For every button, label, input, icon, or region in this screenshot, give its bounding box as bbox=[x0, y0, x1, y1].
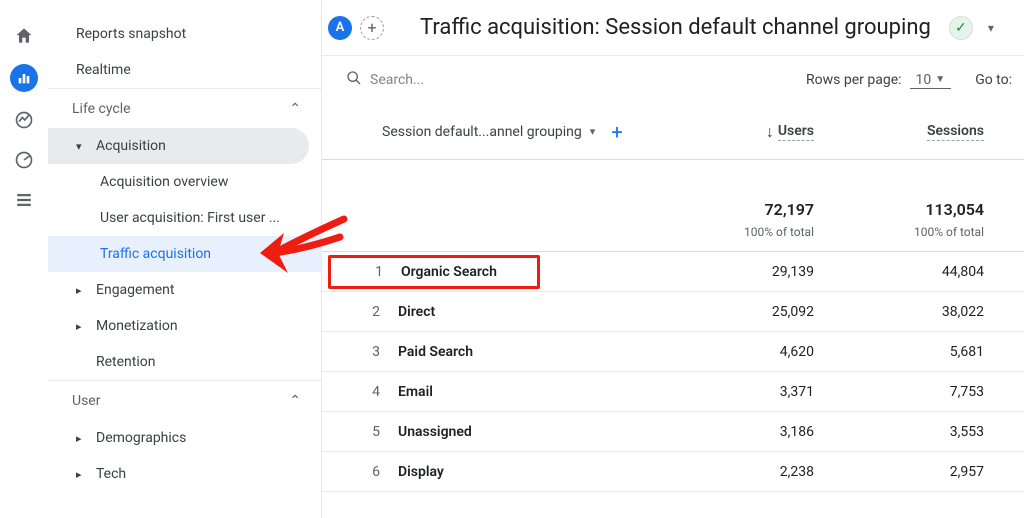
add-comparison-button[interactable]: + bbox=[360, 16, 384, 40]
main-content: A + Traffic acquisition: Session default… bbox=[322, 0, 1024, 518]
configure-icon[interactable] bbox=[12, 188, 36, 212]
acquisition-group[interactable]: ▾ Acquisition bbox=[48, 128, 309, 164]
row-index: 6 bbox=[352, 464, 380, 480]
table-row[interactable]: 3 Paid Search 4,6205,681 bbox=[322, 332, 1024, 372]
user-acquisition-item[interactable]: User acquisition: First user ... bbox=[48, 200, 321, 236]
goto-label: Go to: bbox=[975, 72, 1012, 88]
table-row[interactable]: 5 Unassigned 3,1863,553 bbox=[322, 412, 1024, 452]
users-value: 4,620 bbox=[674, 344, 834, 360]
table-controls: Search... Rows per page: 10 ▼ Go to: bbox=[322, 56, 1024, 104]
lifecycle-section[interactable]: Life cycle ⌃ bbox=[48, 88, 321, 128]
explore-icon[interactable] bbox=[12, 108, 36, 132]
table-row[interactable]: 4 Email 3,3717,753 bbox=[322, 372, 1024, 412]
sessions-value: 2,957 bbox=[834, 464, 1004, 480]
realtime-item[interactable]: Realtime bbox=[48, 52, 321, 88]
table-row[interactable]: 6 Display 2,2382,957 bbox=[322, 452, 1024, 492]
user-section[interactable]: User ⌃ bbox=[48, 380, 321, 420]
monetization-group[interactable]: ▸ Monetization bbox=[48, 308, 321, 344]
users-value: 2,238 bbox=[674, 464, 834, 480]
row-index: 5 bbox=[352, 424, 380, 440]
tech-label: Tech bbox=[96, 466, 126, 482]
channel-name: Organic Search bbox=[401, 264, 497, 280]
sort-descending-icon[interactable]: ↓ bbox=[766, 122, 774, 142]
sessions-value: 7,753 bbox=[834, 384, 1004, 400]
rows-per-page-label: Rows per page: bbox=[806, 72, 901, 88]
acquisition-label: Acquisition bbox=[96, 138, 166, 154]
row-index: 3 bbox=[352, 344, 380, 360]
chevron-right-icon: ▸ bbox=[76, 284, 96, 297]
user-label: User bbox=[72, 393, 100, 409]
reports-icon[interactable] bbox=[10, 64, 38, 92]
users-total-value: 72,197 bbox=[765, 200, 814, 219]
users-value: 25,092 bbox=[674, 304, 834, 320]
engagement-group[interactable]: ▸ Engagement bbox=[48, 272, 321, 308]
chevron-down-icon: ▾ bbox=[76, 140, 96, 153]
chevron-up-icon: ⌃ bbox=[289, 393, 301, 409]
channel-name: Paid Search bbox=[398, 344, 473, 360]
chevron-right-icon: ▸ bbox=[76, 320, 96, 333]
row-index: 2 bbox=[352, 304, 380, 320]
search-icon[interactable] bbox=[346, 70, 362, 90]
totals-row: 72,197 100% of total 113,054 100% of tot… bbox=[322, 160, 1024, 252]
status-dropdown[interactable]: ▾ bbox=[981, 16, 1001, 40]
row-index: 1 bbox=[355, 264, 383, 280]
users-column-header[interactable]: Users bbox=[778, 123, 814, 141]
sessions-total-value: 113,054 bbox=[925, 200, 984, 219]
traffic-acquisition-item[interactable]: Traffic acquisition bbox=[48, 236, 321, 272]
sessions-value: 5,681 bbox=[834, 344, 1004, 360]
monetization-label: Monetization bbox=[96, 318, 178, 334]
account-badge[interactable]: A bbox=[328, 16, 352, 40]
table-row[interactable]: 2 Direct 25,09238,022 bbox=[322, 292, 1024, 332]
title-bar: A + Traffic acquisition: Session default… bbox=[322, 0, 1024, 56]
table-rows: 1 Organic Search 29,13944,804 2 Direct 25,092… bbox=[322, 252, 1024, 492]
channel-name: Display bbox=[398, 464, 444, 480]
users-total-sub: 100% of total bbox=[744, 225, 814, 239]
table-header: Session default...annel grouping ▾ + ↓ U… bbox=[322, 104, 1024, 160]
chevron-right-icon: ▸ bbox=[76, 468, 96, 481]
channel-name: Unassigned bbox=[398, 424, 472, 440]
lifecycle-label: Life cycle bbox=[72, 101, 131, 117]
users-value: 3,186 bbox=[674, 424, 834, 440]
acquisition-overview-item[interactable]: Acquisition overview bbox=[48, 164, 321, 200]
chevron-up-icon: ⌃ bbox=[289, 101, 301, 117]
demographics-label: Demographics bbox=[96, 430, 186, 446]
table-row[interactable]: 1 Organic Search 29,13944,804 bbox=[322, 252, 1024, 292]
dimension-selector[interactable]: Session default...annel grouping bbox=[382, 124, 582, 140]
add-dimension-button[interactable]: + bbox=[611, 120, 622, 144]
tech-group[interactable]: ▸ Tech bbox=[48, 456, 321, 492]
users-value: 29,139 bbox=[674, 264, 834, 280]
users-value: 3,371 bbox=[674, 384, 834, 400]
advertising-icon[interactable] bbox=[12, 148, 36, 172]
rows-per-page-select[interactable]: 10 ▼ bbox=[910, 72, 952, 89]
chevron-down-icon[interactable]: ▾ bbox=[590, 125, 596, 138]
sessions-total-sub: 100% of total bbox=[914, 225, 984, 239]
reports-snapshot-item[interactable]: Reports snapshot bbox=[48, 16, 321, 52]
chevron-right-icon: ▸ bbox=[76, 432, 96, 445]
sessions-column-header[interactable]: Sessions bbox=[927, 123, 984, 141]
status-check-icon[interactable]: ✓ bbox=[949, 16, 973, 40]
demographics-group[interactable]: ▸ Demographics bbox=[48, 420, 321, 456]
channel-name: Email bbox=[398, 384, 433, 400]
row-index: 4 bbox=[352, 384, 380, 400]
sessions-value: 3,553 bbox=[834, 424, 1004, 440]
channel-name: Direct bbox=[398, 304, 435, 320]
page-title: Traffic acquisition: Session default cha… bbox=[420, 15, 931, 40]
retention-label: Retention bbox=[96, 354, 156, 370]
icon-rail bbox=[0, 0, 48, 518]
sessions-value: 38,022 bbox=[834, 304, 1004, 320]
retention-item[interactable]: Retention bbox=[48, 344, 321, 380]
sessions-value: 44,804 bbox=[834, 264, 1004, 280]
report-nav-sidebar: Reports snapshot Realtime Life cycle ⌃ ▾… bbox=[48, 0, 322, 518]
engagement-label: Engagement bbox=[96, 282, 174, 298]
home-icon[interactable] bbox=[12, 24, 36, 48]
search-input[interactable]: Search... bbox=[370, 72, 798, 88]
chevron-down-icon: ▼ bbox=[935, 74, 945, 85]
